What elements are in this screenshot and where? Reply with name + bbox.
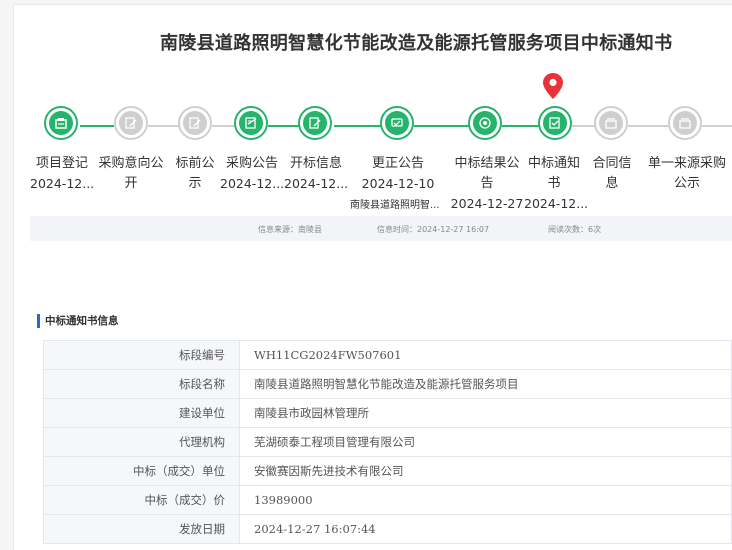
- field-label: 代理机构: [43, 427, 240, 457]
- page-title: 南陵县道路照明智慧化节能改造及能源托管服务项目中标通知书: [160, 33, 673, 54]
- edit-icon: [125, 117, 137, 129]
- step-node-pre-bid[interactable]: [178, 106, 218, 146]
- target-icon: [479, 117, 491, 129]
- step-node-bid-opening[interactable]: [298, 106, 338, 146]
- timeline-connector: [628, 125, 670, 127]
- step-label-procurement-notice[interactable]: 采购公告 2024-12...: [220, 154, 284, 194]
- step-label-project-registration[interactable]: 项目登记 2024-12...: [30, 154, 94, 194]
- timeline-connector: [80, 125, 114, 127]
- step-node-project-registration[interactable]: [44, 106, 84, 146]
- info-source: 信息来源：南陵县: [258, 225, 322, 234]
- step-node-award-notice[interactable]: [538, 106, 578, 146]
- edit-icon: [309, 117, 321, 129]
- step-label-award-notice[interactable]: 中标通知 书 2024-12...: [524, 154, 588, 214]
- step-label-correction-notice[interactable]: 更正公告 2024-12-10: [358, 154, 438, 194]
- field-value: 芜湖硕泰工程项目管理有限公司: [239, 427, 732, 457]
- chat-icon: [391, 118, 403, 127]
- field-value: 南陵县市政园林管理所: [239, 398, 732, 428]
- field-label: 标段名称: [43, 369, 240, 399]
- step-label-pre-bid[interactable]: 标前公 示: [170, 154, 220, 194]
- progress-timeline: 项目登记 2024-12... 采购意向公 开 标前公 示 采购公告 2024-…: [0, 106, 732, 216]
- step-label-bid-opening[interactable]: 开标信息 2024-12...: [284, 154, 348, 194]
- step-node-contract-info[interactable]: [594, 106, 634, 146]
- step-sub-title[interactable]: 南陵县道路照明智...: [350, 196, 440, 211]
- step-node-procurement-notice[interactable]: [234, 106, 274, 146]
- table-row: 中标（成交）单位 安徽赛因斯先进技术有限公司: [43, 456, 732, 486]
- field-value: WH11CG2024FW507601: [239, 340, 732, 370]
- notice-icon: [245, 117, 257, 129]
- step-label-intent-notice[interactable]: 采购意向公 开: [96, 154, 166, 194]
- register-icon: [55, 118, 67, 129]
- step-node-bid-result[interactable]: [468, 106, 508, 146]
- document-icon: [549, 117, 560, 129]
- field-label: 中标（成交）单位: [43, 456, 240, 486]
- field-label: 建设单位: [43, 398, 240, 428]
- step-label-bid-result[interactable]: 中标结果公 告 2024-12-27: [450, 154, 524, 214]
- field-value: 13989000: [239, 485, 732, 515]
- info-views: 阅读次数：6次: [548, 225, 602, 234]
- stack-icon: [679, 118, 691, 129]
- step-label-single-source[interactable]: 单一来源采购 公示: [642, 154, 732, 194]
- location-pin-icon: [543, 73, 563, 99]
- step-label-contract-info[interactable]: 合同信 息: [588, 154, 636, 194]
- timeline-connector: [334, 125, 382, 127]
- field-label: 发放日期: [43, 514, 240, 544]
- table-row: 建设单位 南陵县市政园林管理所: [43, 398, 732, 428]
- field-value: 南陵县道路照明智慧化节能改造及能源托管服务项目: [239, 369, 732, 399]
- step-node-correction-notice[interactable]: [380, 106, 420, 146]
- table-row: 代理机构 芜湖硕泰工程项目管理有限公司: [43, 427, 732, 457]
- info-time: 信息时间：2024-12-27 16:07: [377, 225, 490, 234]
- table-row: 标段名称 南陵县道路照明智慧化节能改造及能源托管服务项目: [43, 369, 732, 399]
- section-title: 中标通知书信息: [37, 314, 119, 328]
- step-node-intent-notice[interactable]: [114, 106, 154, 146]
- field-label: 标段编号: [43, 340, 240, 370]
- edit-icon: [189, 117, 201, 129]
- field-value: 2024-12-27 16:07:44: [239, 514, 732, 544]
- table-row: 中标（成交）价 13989000: [43, 485, 732, 515]
- table-row: 发放日期 2024-12-27 16:07:44: [43, 514, 732, 544]
- field-label: 中标（成交）价: [43, 485, 240, 515]
- info-bar: 信息来源：南陵县 信息时间：2024-12-27 16:07 阅读次数：6次: [30, 216, 732, 241]
- details-table: 标段编号 WH11CG2024FW507601 标段名称 南陵县道路照明智慧化节…: [43, 340, 732, 544]
- stack-icon: [605, 118, 617, 129]
- field-value: 安徽赛因斯先进技术有限公司: [239, 456, 732, 486]
- step-node-single-source[interactable]: [668, 106, 708, 146]
- table-row: 标段编号 WH11CG2024FW507601: [43, 340, 732, 370]
- timeline-connector: [414, 125, 470, 127]
